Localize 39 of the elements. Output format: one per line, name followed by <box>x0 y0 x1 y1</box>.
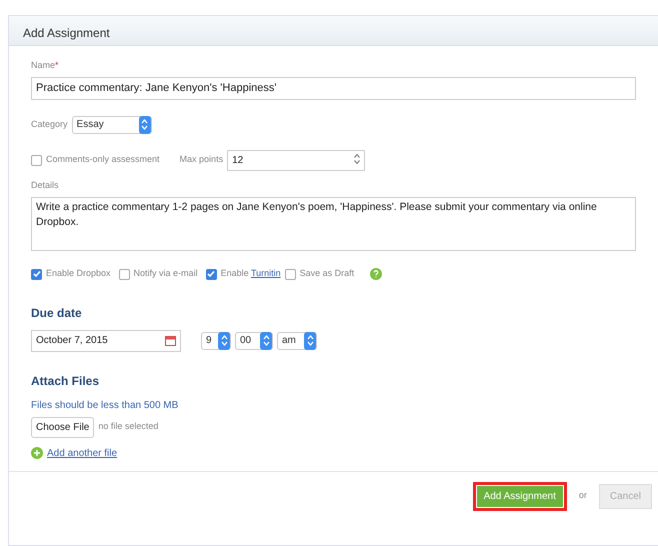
add-file-link[interactable]: Add another file <box>47 446 118 460</box>
help-icon[interactable] <box>370 266 382 282</box>
dialog-title: Add Assignment <box>9 16 658 46</box>
checkbox[interactable] <box>284 268 296 280</box>
name-field[interactable]: Practice commentary: Jane Kenyon's 'Happiness' <box>31 77 636 100</box>
field-label: Max points <box>180 153 224 166</box>
section-heading: Due date <box>31 304 83 322</box>
checkbox[interactable] <box>31 268 42 280</box>
or-text: or <box>578 489 587 502</box>
spinner-icon[interactable] <box>304 332 316 350</box>
field-label: Name* <box>31 59 59 72</box>
details-textarea[interactable]: Write a practice commentary 1-2 pages on Jane Kenyon's poem, 'Happiness'. Please submit your commentary via online Dropbox. <box>31 196 636 250</box>
max-points-field[interactable]: 12 <box>227 150 366 170</box>
spinner-icon[interactable] <box>138 116 151 134</box>
checkbox-label: Save as Draft <box>300 267 354 280</box>
section-heading: Attach Files <box>31 372 100 390</box>
calendar-icon[interactable] <box>165 333 176 348</box>
spinner-icon[interactable] <box>218 332 230 350</box>
checkbox[interactable] <box>206 268 217 280</box>
checkbox-label: Enable Dropbox <box>46 267 111 280</box>
checkbox-label: Enable Turnitin <box>220 267 281 280</box>
field-label: Category <box>31 118 68 131</box>
file-size-note: Files should be less than 500 MB <box>31 398 180 412</box>
field-label: Details <box>31 178 59 192</box>
date-field[interactable]: October 7, 2015 <box>31 330 181 352</box>
choose-file-button[interactable]: Choose File <box>31 416 94 438</box>
turnitin-link[interactable]: Turnitin <box>250 268 281 278</box>
spinner-icon[interactable] <box>260 332 272 350</box>
checkbox[interactable] <box>118 268 130 280</box>
file-status: no file selected <box>98 420 158 434</box>
category-select[interactable]: Essay <box>72 116 152 134</box>
checkbox-label: Notify via e-mail <box>134 267 198 280</box>
checkbox-label: Comments-only assessment <box>46 153 160 166</box>
minute-select[interactable]: 00 <box>235 332 273 350</box>
hour-select[interactable]: 9 <box>201 332 231 350</box>
spinner-icon[interactable] <box>354 152 360 164</box>
add-icon[interactable] <box>31 446 43 460</box>
checkbox[interactable] <box>31 154 42 166</box>
ampm-select[interactable]: am <box>277 332 317 350</box>
